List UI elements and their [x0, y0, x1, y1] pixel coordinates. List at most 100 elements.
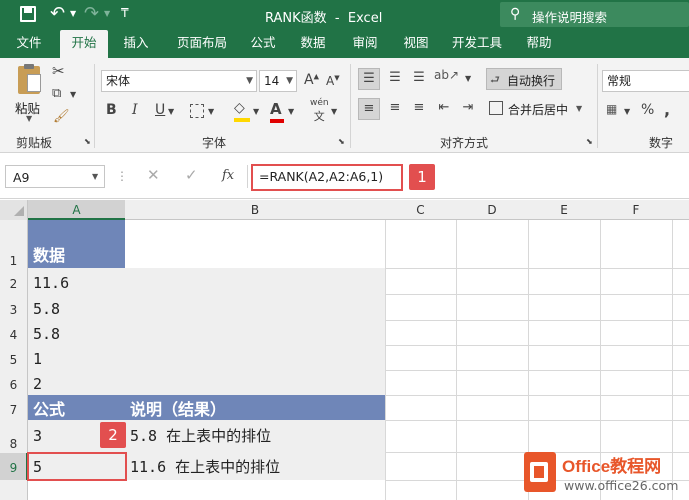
decrease-font-icon[interactable]: A▼: [326, 74, 340, 88]
splitter-handle-icon[interactable]: ⋮: [116, 169, 128, 183]
customize-toolbar-icon[interactable]: ₸: [121, 6, 129, 20]
chevron-down-icon: ▼: [246, 76, 253, 86]
comma-icon[interactable]: ,: [664, 100, 670, 119]
watermark-brand: Office教程网: [562, 457, 662, 476]
italic-button[interactable]: I: [132, 102, 138, 118]
phonetic-dropdown-icon[interactable]: ▼: [331, 107, 337, 116]
font-color-icon[interactable]: A: [270, 100, 284, 123]
cell-b7[interactable]: 说明（结果）: [130, 402, 226, 418]
undo-icon[interactable]: ↶: [50, 3, 65, 24]
formula-bar: A9 ▼ ⋮ ✕ ✓ fx =RANK(A2,A2:A6,1) 1: [0, 153, 689, 199]
underline-dropdown-icon[interactable]: ▼: [168, 107, 174, 116]
tab-data[interactable]: 数据: [292, 30, 334, 58]
column-header-a[interactable]: A: [28, 200, 125, 220]
tab-help[interactable]: 帮助: [518, 30, 560, 58]
font-launcher-icon[interactable]: ⬊: [338, 137, 345, 146]
cell-a4[interactable]: 5.8: [33, 327, 60, 342]
tab-page-layout[interactable]: 页面布局: [167, 30, 237, 58]
currency-dropdown-icon[interactable]: ▼: [624, 107, 630, 116]
undo-dropdown-icon[interactable]: ▼: [70, 9, 76, 18]
row-header-6[interactable]: 6: [0, 378, 27, 392]
column-header-d[interactable]: D: [456, 200, 528, 220]
decrease-indent-icon[interactable]: ⇤: [434, 98, 454, 120]
formula-text[interactable]: =RANK(A2,A2:A6,1): [259, 169, 383, 184]
tab-formulas[interactable]: 公式: [244, 30, 282, 58]
search-box[interactable]: ⚲ 操作说明搜索: [500, 2, 689, 27]
save-icon[interactable]: [20, 6, 36, 22]
row-header-4[interactable]: 4: [0, 328, 27, 342]
increase-font-icon[interactable]: A▲: [304, 72, 319, 88]
column-header-c[interactable]: C: [385, 200, 456, 220]
orientation-dropdown-icon[interactable]: ▼: [465, 74, 471, 83]
row-header-7[interactable]: 7: [0, 403, 27, 417]
copy-dropdown-icon[interactable]: ▼: [70, 90, 76, 99]
alignment-group-label: 对齐方式: [440, 136, 489, 150]
cell-a8[interactable]: 3: [33, 429, 42, 444]
column-header-b[interactable]: B: [125, 200, 385, 220]
paste-button[interactable]: 粘贴 ▼: [12, 64, 46, 123]
font-size-combo[interactable]: 14 ▼: [259, 70, 297, 92]
search-icon: ⚲: [510, 6, 521, 22]
cell-b8[interactable]: 5.8 在上表中的排位: [130, 429, 271, 444]
align-center-icon[interactable]: ≡: [384, 98, 406, 120]
cell-b9[interactable]: 11.6 在上表中的排位: [130, 460, 280, 475]
tab-review[interactable]: 审阅: [344, 30, 386, 58]
cell-a5[interactable]: 1: [33, 352, 42, 367]
font-name-combo[interactable]: 宋体 ▼: [101, 70, 257, 92]
format-painter-icon[interactable]: 🖌: [53, 109, 70, 124]
increase-indent-icon[interactable]: ⇥: [458, 98, 478, 120]
fill-dropdown-icon[interactable]: ▼: [253, 107, 259, 116]
row-header-9[interactable]: 9: [0, 461, 27, 475]
align-middle-icon[interactable]: ☰: [384, 68, 406, 90]
name-box[interactable]: A9 ▼: [5, 165, 105, 188]
tab-file[interactable]: 文件: [8, 30, 50, 58]
column-header-e[interactable]: E: [528, 200, 600, 220]
underline-button[interactable]: U: [155, 102, 165, 118]
insert-function-button[interactable]: fx: [222, 168, 234, 183]
align-right-icon[interactable]: ≡: [408, 98, 430, 120]
bold-button[interactable]: B: [106, 102, 117, 118]
clipboard-launcher-icon[interactable]: ⬊: [84, 137, 91, 146]
cell-a3[interactable]: 5.8: [33, 302, 60, 317]
tab-insert[interactable]: 插入: [115, 30, 157, 58]
row-header-3[interactable]: 3: [0, 303, 27, 317]
row-header-5[interactable]: 5: [0, 353, 27, 367]
border-icon[interactable]: [190, 104, 204, 118]
row-header-1[interactable]: 1: [0, 254, 27, 268]
align-bottom-icon[interactable]: ☰: [408, 68, 430, 90]
merge-center-button[interactable]: 合并后居中 ▼: [486, 98, 586, 120]
cell-a1[interactable]: 数据: [33, 248, 65, 264]
cell-a6[interactable]: 2: [33, 377, 42, 392]
phonetic-icon[interactable]: wén 文: [310, 98, 329, 124]
merge-center-label: 合并后居中: [508, 103, 569, 117]
wrap-text-button[interactable]: ⮐ 自动换行: [486, 68, 562, 90]
cut-icon[interactable]: ✂: [52, 62, 65, 80]
row-header-8[interactable]: 8: [0, 437, 27, 451]
currency-icon[interactable]: ▦: [606, 102, 617, 116]
copy-icon[interactable]: ⧉: [52, 86, 61, 101]
column-header-f[interactable]: F: [600, 200, 672, 220]
align-top-icon[interactable]: ☰: [358, 68, 380, 90]
alignment-launcher-icon[interactable]: ⬊: [586, 137, 593, 146]
tab-view[interactable]: 视图: [396, 30, 436, 58]
number-format-combo[interactable]: 常规: [602, 70, 689, 92]
align-left-icon[interactable]: ≡: [358, 98, 380, 120]
cell-a2[interactable]: 11.6: [33, 276, 69, 291]
tab-developer[interactable]: 开发工具: [448, 30, 506, 58]
wrap-text-icon: ⮐: [490, 73, 500, 86]
percent-icon[interactable]: %: [641, 102, 654, 118]
orientation-icon[interactable]: ab↗: [434, 68, 459, 82]
ribbon-home: 粘贴 ▼ ✂ ⧉ ▼ 🖌 剪贴板 ⬊ 宋体 ▼ 14 ▼ A▲ A▼ B I U…: [0, 58, 689, 153]
row-header-2[interactable]: 2: [0, 277, 27, 291]
merge-dropdown-icon[interactable]: ▼: [576, 104, 582, 113]
font-size-value: 14: [264, 74, 280, 88]
cell-a7[interactable]: 公式: [33, 402, 65, 418]
chevron-down-icon: ▼: [286, 76, 293, 86]
fill-color-icon[interactable]: ◇: [234, 100, 250, 122]
border-dropdown-icon[interactable]: ▼: [208, 107, 214, 116]
cancel-icon[interactable]: ✕: [147, 166, 160, 184]
enter-icon[interactable]: ✓: [185, 166, 198, 184]
font-color-dropdown-icon[interactable]: ▼: [288, 107, 294, 116]
tab-home[interactable]: 开始: [60, 30, 108, 58]
redo-icon[interactable]: ↷: [84, 3, 99, 24]
